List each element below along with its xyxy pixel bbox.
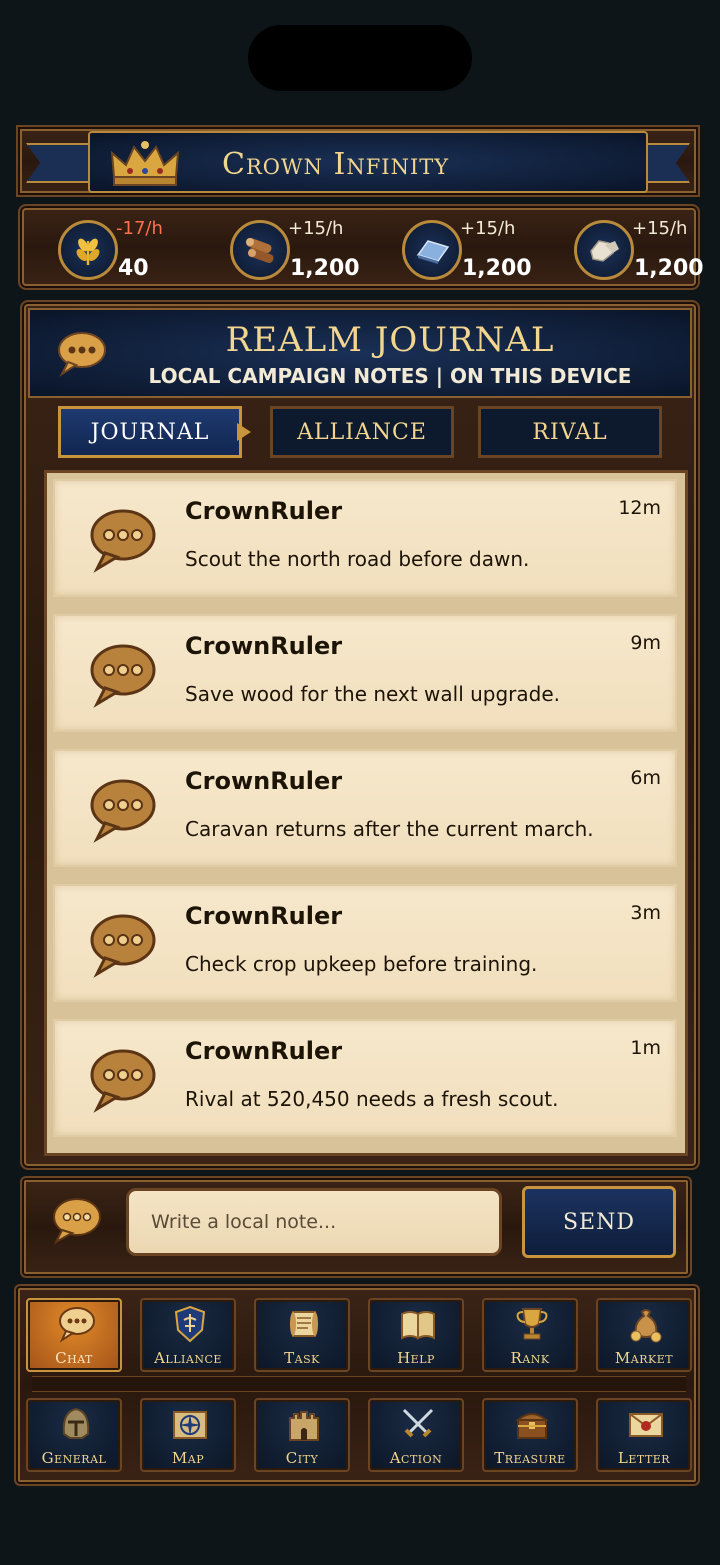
- nav-city[interactable]: City: [254, 1398, 350, 1472]
- nav-label: Task: [284, 1349, 320, 1367]
- nav-alliance[interactable]: Alliance: [140, 1298, 236, 1372]
- sealed-letter-icon: [629, 1413, 663, 1437]
- app-title: Crown Infinity: [222, 147, 450, 182]
- nav-label: Alliance: [154, 1349, 222, 1367]
- iron-ingot-icon: [402, 220, 462, 280]
- tab-rival[interactable]: RIVAL: [478, 406, 662, 458]
- device-notch: [248, 25, 472, 91]
- send-button[interactable]: SEND: [522, 1186, 676, 1258]
- helmet-icon: [62, 1407, 90, 1439]
- stone-rate: +15/h: [632, 218, 688, 239]
- iron-value: 1,200: [462, 256, 532, 281]
- trophy-icon: [516, 1308, 548, 1340]
- resource-wood[interactable]: +15/h 1,200: [230, 216, 390, 282]
- resource-stone[interactable]: +15/h 1,200: [574, 216, 720, 282]
- list-item[interactable]: CrownRuler 1m Rival at 520,450 needs a f…: [53, 1019, 677, 1137]
- wood-logs-icon: [230, 220, 290, 280]
- nav-label: General: [41, 1449, 107, 1467]
- coin-bag-icon: [630, 1309, 662, 1343]
- message-text: Check crop upkeep before training.: [185, 952, 538, 976]
- message-author: CrownRuler: [185, 767, 343, 795]
- nav-letter[interactable]: Letter: [596, 1398, 692, 1472]
- food-rate: -17/h: [116, 218, 163, 239]
- crossed-swords-icon: [402, 1408, 434, 1438]
- food-value: 40: [118, 256, 149, 281]
- nav-label: Letter: [617, 1449, 671, 1467]
- journal-panel: REALM JOURNAL LOCAL CAMPAIGN NOTES | ON …: [20, 300, 700, 1170]
- message-text: Save wood for the next wall upgrade.: [185, 682, 561, 706]
- stone-icon: [574, 220, 634, 280]
- alliance-shield-icon: [174, 1305, 206, 1343]
- journal-subtitle: LOCAL CAMPAIGN NOTES | ON THIS DEVICE: [148, 364, 632, 388]
- wood-rate: +15/h: [288, 218, 344, 239]
- scroll-icon: [290, 1311, 318, 1337]
- message-list[interactable]: CrownRuler 12m Scout the north road befo…: [44, 470, 688, 1156]
- nav-general[interactable]: General: [26, 1398, 122, 1472]
- message-author: CrownRuler: [185, 632, 343, 660]
- chat-bubble-icon: [90, 1049, 156, 1113]
- nav-label: City: [285, 1449, 319, 1467]
- nav-label: Rank: [510, 1349, 550, 1367]
- message-text: Rival at 520,450 needs a fresh scout.: [185, 1087, 559, 1111]
- chat-bubble-icon: [90, 914, 156, 978]
- nav-label: Map: [171, 1449, 205, 1467]
- nav-help[interactable]: Help: [368, 1298, 464, 1372]
- journal-title: REALM JOURNAL: [225, 320, 555, 360]
- resource-iron[interactable]: +15/h 1,200: [402, 216, 562, 282]
- list-item[interactable]: CrownRuler 6m Caravan returns after the …: [53, 749, 677, 867]
- title-bar: Crown Infinity: [16, 125, 700, 197]
- chest-icon: [515, 1413, 549, 1439]
- composer-bar: SEND: [20, 1176, 692, 1278]
- message-time: 9m: [630, 632, 661, 654]
- list-item[interactable]: CrownRuler 12m Scout the north road befo…: [53, 479, 677, 597]
- message-text: Caravan returns after the current march.: [185, 817, 594, 841]
- chat-bubble-icon: [90, 509, 156, 573]
- list-item[interactable]: CrownRuler 3m Check crop upkeep before t…: [53, 884, 677, 1002]
- message-author: CrownRuler: [185, 497, 343, 525]
- nav-market[interactable]: Market: [596, 1298, 692, 1372]
- stone-value: 1,200: [634, 256, 704, 281]
- chat-bubble-icon: [59, 1307, 95, 1343]
- message-time: 6m: [630, 767, 661, 789]
- nav-label: Treasure: [494, 1449, 566, 1467]
- resource-bar: -17/h 40 +15/h 1,200 +15/h 1,200 +15/h 1…: [18, 204, 704, 290]
- wood-value: 1,200: [290, 256, 360, 281]
- nav-label: Market: [614, 1349, 674, 1367]
- tab-journal[interactable]: JOURNAL: [58, 406, 242, 458]
- castle-icon: [289, 1411, 319, 1441]
- book-icon: [401, 1311, 435, 1340]
- wheat-icon: [58, 220, 118, 280]
- title-banner: Crown Infinity: [88, 131, 648, 193]
- crown-icon: [110, 141, 180, 186]
- nav-label: Help: [397, 1349, 435, 1367]
- nav-chat[interactable]: Chat: [26, 1298, 122, 1372]
- message-time: 3m: [630, 902, 661, 924]
- nav-action[interactable]: Action: [368, 1398, 464, 1472]
- tab-alliance[interactable]: ALLIANCE: [270, 406, 454, 458]
- note-input[interactable]: [126, 1188, 502, 1256]
- iron-rate: +15/h: [460, 218, 516, 239]
- message-text: Scout the north road before dawn.: [185, 547, 530, 571]
- nav-task[interactable]: Task: [254, 1298, 350, 1372]
- message-time: 12m: [618, 497, 661, 519]
- nav-rank[interactable]: Rank: [482, 1298, 578, 1372]
- ribbon-left: [26, 143, 90, 183]
- chat-bubble-icon: [90, 779, 156, 843]
- compass-map-icon: [173, 1411, 207, 1439]
- message-author: CrownRuler: [185, 902, 343, 930]
- nav-treasure[interactable]: Treasure: [482, 1398, 578, 1472]
- list-item[interactable]: CrownRuler 9m Save wood for the next wal…: [53, 614, 677, 732]
- nav-map[interactable]: Map: [140, 1398, 236, 1472]
- chat-bubble-icon: [53, 1198, 101, 1245]
- bottom-nav: Chat Alliance Task Help Rank Market Gene…: [14, 1284, 700, 1486]
- resource-food[interactable]: -17/h 40: [58, 216, 218, 282]
- journal-header: REALM JOURNAL LOCAL CAMPAIGN NOTES | ON …: [28, 308, 692, 398]
- message-author: CrownRuler: [185, 1037, 343, 1065]
- nav-divider: [32, 1376, 686, 1392]
- chat-bubble-icon: [90, 644, 156, 708]
- nav-label: Chat: [55, 1349, 93, 1367]
- nav-label: Action: [389, 1449, 443, 1467]
- message-time: 1m: [630, 1037, 661, 1059]
